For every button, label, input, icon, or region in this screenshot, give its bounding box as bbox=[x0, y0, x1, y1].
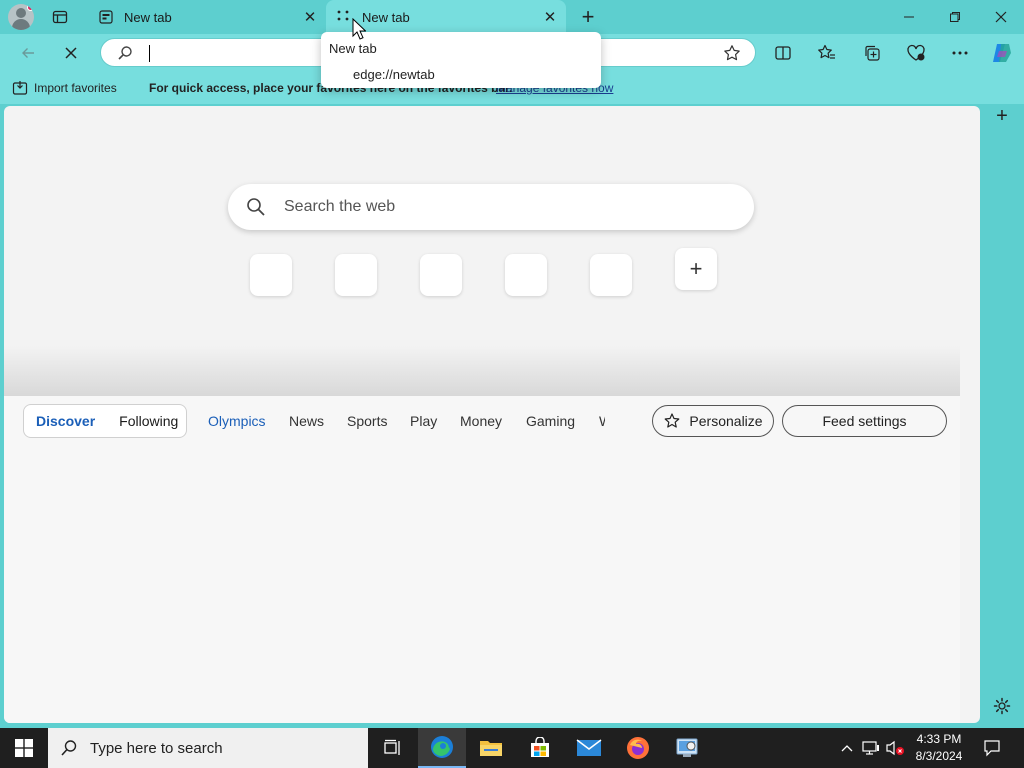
show-hidden-icons-button[interactable] bbox=[836, 728, 858, 768]
feed-settings-button[interactable]: Feed settings bbox=[782, 405, 947, 437]
feed-separator bbox=[4, 346, 960, 396]
mail-button[interactable] bbox=[565, 728, 613, 768]
new-tab-page: Search the web + Discover Following Olym… bbox=[4, 106, 980, 723]
category-truncated[interactable]: W bbox=[599, 413, 605, 429]
taskbar-search-placeholder: Type here to search bbox=[90, 739, 223, 757]
split-screen-icon[interactable] bbox=[768, 38, 798, 68]
edge-taskbar-button[interactable] bbox=[418, 728, 466, 768]
search-icon bbox=[246, 197, 266, 222]
quick-link-tile[interactable] bbox=[250, 254, 292, 296]
quick-link-tile[interactable] bbox=[420, 254, 462, 296]
import-favorites-button[interactable]: Import favorites bbox=[12, 80, 117, 96]
category-gaming[interactable]: Gaming bbox=[526, 413, 575, 429]
quick-link-tile[interactable] bbox=[590, 254, 632, 296]
feed-settings-label: Feed settings bbox=[822, 413, 907, 429]
start-button[interactable] bbox=[0, 728, 48, 768]
web-search-box[interactable]: Search the web bbox=[228, 184, 754, 230]
favorites-icon[interactable] bbox=[812, 38, 842, 68]
network-icon bbox=[862, 741, 879, 755]
settings-and-more-icon[interactable] bbox=[945, 38, 975, 68]
sparkle-star-icon bbox=[665, 413, 680, 428]
loading-spinner-icon bbox=[336, 9, 352, 25]
sidebar-settings-gear-icon[interactable] bbox=[990, 694, 1014, 718]
tab-actions-menu-icon[interactable] bbox=[46, 6, 74, 28]
clock-date: 8/3/2024 bbox=[915, 749, 963, 763]
personalize-label: Personalize bbox=[689, 413, 763, 429]
search-icon bbox=[61, 740, 77, 756]
control-panel-button[interactable] bbox=[663, 728, 711, 768]
close-tab-icon[interactable]: ✕ bbox=[540, 7, 560, 27]
back-button[interactable] bbox=[13, 38, 43, 68]
task-view-icon bbox=[384, 739, 400, 755]
chevron-up-icon bbox=[841, 745, 853, 752]
mouse-pointer-icon bbox=[352, 17, 367, 45]
add-favorite-star-icon[interactable] bbox=[723, 44, 741, 67]
file-explorer-button[interactable] bbox=[467, 728, 515, 768]
firefox-icon bbox=[627, 737, 649, 759]
collections-icon[interactable] bbox=[857, 38, 887, 68]
avatar-body bbox=[12, 19, 30, 30]
category-money[interactable]: Money bbox=[460, 413, 502, 429]
task-view-button[interactable] bbox=[368, 728, 416, 768]
mail-icon bbox=[576, 739, 602, 756]
personalize-button[interactable]: Personalize bbox=[652, 405, 774, 437]
notification-dot bbox=[27, 4, 34, 11]
tooltip-url: edge://newtab bbox=[353, 67, 435, 82]
restore-button[interactable] bbox=[932, 0, 978, 34]
volume-muted-icon bbox=[886, 740, 904, 756]
volume-button[interactable] bbox=[884, 728, 906, 768]
windows-logo-icon bbox=[15, 739, 33, 757]
store-icon bbox=[531, 737, 549, 757]
tab-discover[interactable]: Discover bbox=[24, 413, 107, 429]
folder-icon bbox=[480, 741, 502, 756]
firefox-button[interactable] bbox=[614, 728, 662, 768]
network-button[interactable] bbox=[860, 728, 882, 768]
new-tab-button[interactable]: + bbox=[576, 4, 600, 29]
title-bar: New tab ✕ New tab ✕ + bbox=[0, 0, 1024, 34]
close-tab-icon[interactable]: ✕ bbox=[300, 7, 320, 27]
tab-new-tab-1[interactable]: New tab ✕ bbox=[88, 0, 326, 34]
clock-time: 4:33 PM bbox=[916, 732, 962, 746]
category-news[interactable]: News bbox=[289, 413, 324, 429]
quick-link-tile[interactable] bbox=[505, 254, 547, 296]
system-clock[interactable]: 4:33 PM 8/3/2024 bbox=[908, 731, 970, 765]
tab-title: New tab bbox=[124, 9, 172, 25]
microsoft-store-button[interactable] bbox=[516, 728, 564, 768]
control-panel-icon bbox=[676, 738, 698, 757]
feed-mode-toggle: Discover Following bbox=[23, 404, 187, 438]
tab-title: New tab bbox=[362, 9, 410, 25]
windows-taskbar: Type here to search 4:33 PM 8/3/2024 bbox=[0, 728, 1024, 768]
avatar-head bbox=[16, 8, 26, 18]
copilot-icon[interactable] bbox=[987, 38, 1017, 68]
import-icon bbox=[12, 81, 28, 95]
search-icon bbox=[117, 45, 133, 66]
tab-following[interactable]: Following bbox=[107, 413, 190, 429]
taskbar-search-box[interactable]: Type here to search bbox=[48, 728, 368, 768]
stop-loading-button[interactable] bbox=[56, 38, 86, 68]
sidebar-add-icon[interactable]: + bbox=[990, 104, 1014, 128]
close-window-button[interactable] bbox=[978, 0, 1024, 34]
category-olympics[interactable]: Olympics bbox=[208, 413, 266, 429]
browser-essentials-icon[interactable] bbox=[901, 38, 931, 68]
profile-avatar-button[interactable] bbox=[8, 4, 34, 30]
web-search-placeholder: Search the web bbox=[284, 198, 396, 215]
add-quick-link-button[interactable]: + bbox=[675, 248, 717, 290]
notification-center-icon bbox=[984, 740, 1000, 757]
news-feed: Discover Following Olympics News Sports … bbox=[4, 396, 960, 723]
edge-icon bbox=[431, 736, 453, 758]
minimize-button[interactable] bbox=[886, 0, 932, 34]
category-play[interactable]: Play bbox=[410, 413, 437, 429]
import-favorites-label: Import favorites bbox=[34, 81, 117, 95]
notifications-button[interactable] bbox=[978, 728, 1006, 768]
text-caret bbox=[149, 45, 150, 62]
newtab-favicon-icon bbox=[98, 9, 114, 25]
quick-link-tile[interactable] bbox=[335, 254, 377, 296]
category-sports[interactable]: Sports bbox=[347, 413, 387, 429]
